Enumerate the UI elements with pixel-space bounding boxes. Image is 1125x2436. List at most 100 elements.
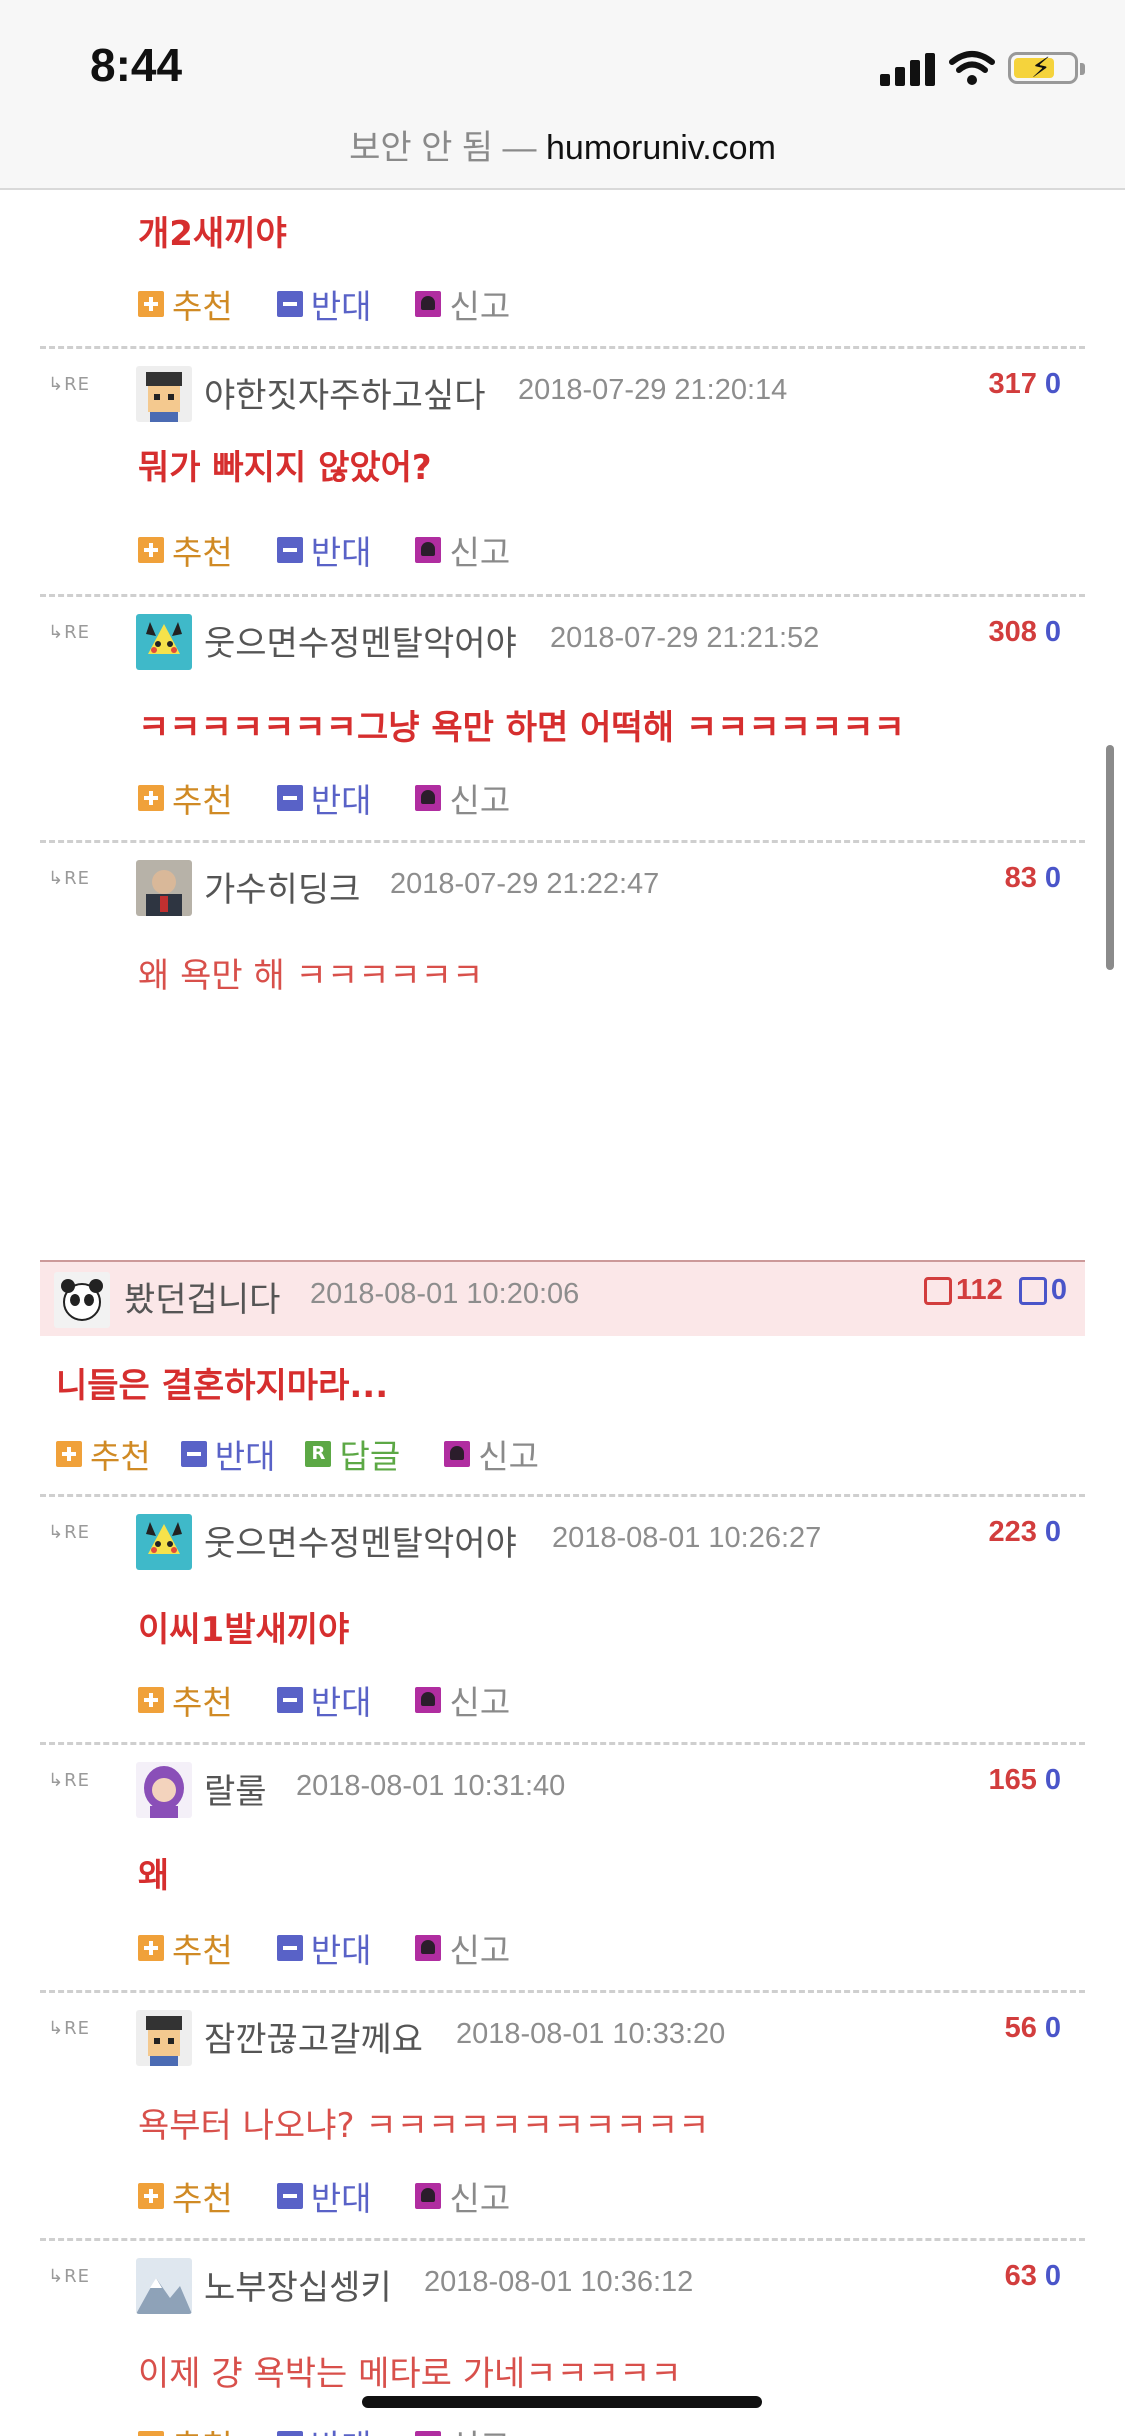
- nickname[interactable]: 가수히딩크: [204, 862, 360, 911]
- recommend-button[interactable]: 추천: [138, 1676, 233, 1724]
- minus-icon: [276, 291, 303, 317]
- url-domain: humoruniv.com: [546, 129, 776, 167]
- report-button[interactable]: 신고: [415, 2172, 510, 2220]
- reply-comment: ↳RE 웃으면수정멘탈악어야 2018-08-01 10:26:27 223 0 …: [0, 1500, 1125, 1740]
- oppose-button[interactable]: 반대: [276, 2420, 371, 2436]
- minus-icon: [276, 2431, 303, 2436]
- divider: [40, 1742, 1085, 1745]
- oppose-button[interactable]: 반대: [276, 1924, 371, 1972]
- oppose-button[interactable]: 반대: [276, 1676, 371, 1724]
- nickname[interactable]: 봤던겁니다: [124, 1272, 280, 1321]
- report-button[interactable]: 신고: [415, 2420, 510, 2436]
- clock: 8:44: [90, 39, 183, 91]
- comment-text: 욕부터 나오냐? ㅋㅋㅋㅋㅋㅋㅋㅋㅋㅋㅋ: [138, 2106, 710, 2146]
- plus-icon: [138, 785, 164, 811]
- report-button[interactable]: 신고: [415, 526, 510, 574]
- divider: [40, 1990, 1085, 1993]
- minus-icon: [276, 1687, 303, 1713]
- comment-actions: 추천 반대 신고: [138, 1926, 554, 1970]
- reply-comment: ↳RE 웃으면수정멘탈악어야 2018-07-29 21:21:52 308 0 …: [0, 600, 1125, 840]
- siren-icon: [415, 291, 442, 317]
- minus-icon: [276, 537, 303, 563]
- reply-comment: ↳RE 잠깐끊고갈께요 2018-08-01 10:33:20 56 0 욕부터 …: [0, 1996, 1125, 2236]
- reply-marker-icon: ↳RE: [48, 868, 90, 889]
- avatar: [54, 1272, 110, 1328]
- vote-counts: 56 0: [1004, 2012, 1061, 2044]
- vote-counts: 317 0: [988, 368, 1061, 400]
- main-comment-text: 니들은 결혼하지마라...: [56, 1366, 389, 1406]
- siren-icon: [415, 1935, 442, 1961]
- divider: [40, 1494, 1085, 1497]
- minus-icon: [276, 1935, 303, 1961]
- oppose-button[interactable]: 반대: [276, 526, 371, 574]
- recommend-button[interactable]: 추천: [138, 280, 233, 328]
- report-button[interactable]: 신고: [415, 280, 510, 328]
- comment-actions: 추천 반대 신고: [138, 776, 554, 820]
- avatar: [136, 366, 192, 422]
- url-text[interactable]: 보안 안 됨 — humoruniv.com: [0, 120, 1125, 169]
- nickname[interactable]: 노부장십셍키: [204, 2260, 392, 2309]
- reply-comment: ↳RE 야한짓자주하고싶다 2018-07-29 21:20:14 317 0 뭐…: [0, 352, 1125, 592]
- scrollbar[interactable]: [1106, 745, 1114, 970]
- siren-icon: [444, 1441, 471, 1467]
- vote-counts: 223 0: [988, 1516, 1061, 1548]
- nickname[interactable]: 웃으면수정멘탈악어야: [204, 1516, 517, 1565]
- avatar: [136, 1762, 192, 1818]
- vote-counts: 63 0: [1004, 2260, 1061, 2292]
- siren-icon: [415, 1687, 442, 1713]
- comment-text: 이제 걍 욕박는 메타로 가네ㅋㅋㅋㅋㅋ: [138, 2354, 682, 2394]
- not-secure-label: 보안 안 됨: [349, 129, 494, 167]
- reply-marker-icon: ↳RE: [48, 622, 90, 643]
- home-indicator[interactable]: [362, 2396, 762, 2408]
- reply-button[interactable]: R 답글: [305, 1430, 400, 1478]
- timestamp: 2018-08-01 10:31:40: [296, 1770, 566, 1802]
- comment-actions: 추천 반대 신고: [138, 1678, 554, 1722]
- comment-text: 왜: [138, 1856, 170, 1896]
- avatar: [136, 860, 192, 916]
- oppose-button[interactable]: 반대: [276, 2172, 371, 2220]
- recommend-button[interactable]: 추천: [138, 2420, 233, 2436]
- report-button[interactable]: 신고: [415, 1924, 510, 1972]
- timestamp: 2018-08-01 10:33:20: [456, 2018, 726, 2050]
- vote-counts: 112 0: [924, 1274, 1067, 1307]
- timestamp: 2018-08-01 10:36:12: [424, 2266, 694, 2298]
- minus-icon: [180, 1441, 207, 1467]
- url-separator: —: [493, 129, 546, 167]
- wifi-icon: [949, 51, 995, 85]
- address-bar[interactable]: 보안 안 됨 — humoruniv.com: [0, 112, 1125, 190]
- minus-icon: [276, 785, 303, 811]
- avatar: [136, 1514, 192, 1570]
- avatar: [136, 2010, 192, 2066]
- nickname[interactable]: 야한짓자주하고싶다: [204, 368, 486, 417]
- report-button[interactable]: 신고: [444, 1430, 539, 1478]
- timestamp: 2018-07-29 21:20:14: [518, 374, 788, 406]
- oppose-button[interactable]: 반대: [276, 774, 371, 822]
- recommend-button[interactable]: 추천: [138, 774, 233, 822]
- timestamp: 2018-08-01 10:20:06: [310, 1278, 580, 1310]
- oppose-button[interactable]: 반대: [180, 1430, 275, 1478]
- reply-marker-icon: ↳RE: [48, 1522, 90, 1543]
- nickname[interactable]: 잠깐끊고갈께요: [204, 2012, 423, 2061]
- report-button[interactable]: 신고: [415, 774, 510, 822]
- siren-icon: [415, 2183, 442, 2209]
- comment-text: 왜 욕만 해 ㅋㅋㅋㅋㅋㅋ: [138, 956, 484, 996]
- recommend-button[interactable]: 추천: [138, 1924, 233, 1972]
- timestamp: 2018-07-29 21:22:47: [390, 868, 660, 900]
- divider: [40, 2238, 1085, 2241]
- report-button[interactable]: 신고: [415, 1676, 510, 1724]
- recommend-button[interactable]: 추천: [138, 2172, 233, 2220]
- siren-icon: [415, 537, 442, 563]
- reply-comment: ↳RE 가수히딩크 2018-07-29 21:22:47 83 0 왜 욕만 해…: [0, 846, 1125, 1006]
- battery-charging-icon: ⚡: [1008, 51, 1085, 84]
- thumbs-down-icon: [1018, 1277, 1047, 1306]
- recommend-button[interactable]: 추천: [138, 526, 233, 574]
- vote-counts: 308 0: [988, 616, 1061, 648]
- recommend-button[interactable]: 추천: [56, 1430, 151, 1478]
- nickname[interactable]: 웃으면수정멘탈악어야: [204, 616, 517, 665]
- plus-icon: [138, 1687, 164, 1713]
- oppose-button[interactable]: 반대: [276, 280, 371, 328]
- comment-text: ㅋㅋㅋㅋㅋㅋㅋ그냥 욕만 하면 어떡해 ㅋㅋㅋㅋㅋㅋㅋ: [138, 708, 905, 748]
- nickname[interactable]: 랄룰: [204, 1764, 267, 1813]
- siren-icon: [415, 785, 442, 811]
- divider: [40, 840, 1085, 843]
